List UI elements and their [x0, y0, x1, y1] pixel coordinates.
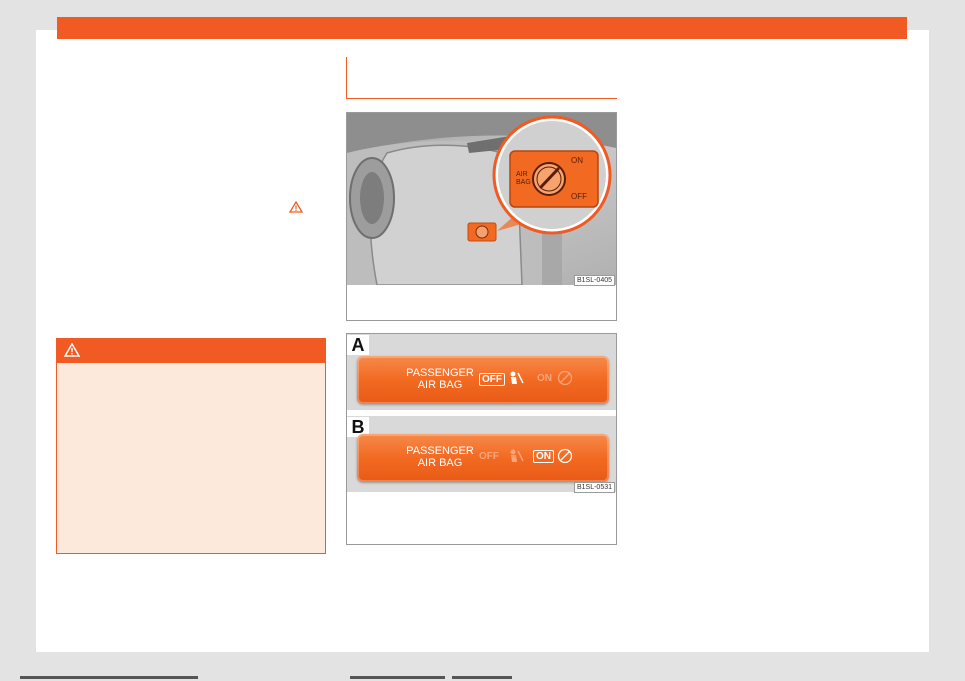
no-airbag-icon — [557, 370, 573, 386]
switch-label-bag: BAG — [516, 179, 531, 186]
warning-header — [57, 339, 325, 363]
figure-code: B1SL-0531 — [573, 482, 615, 493]
switch-on-label: ON — [571, 156, 583, 165]
switch-off-label: OFF — [571, 192, 587, 201]
off-indicator-dim: OFF — [479, 451, 499, 462]
warning-triangle-icon — [64, 343, 80, 357]
off-indicator-lit: OFF — [479, 373, 505, 386]
dashboard-illustration: AIR BAG ON OFF — [347, 113, 616, 285]
on-indicator-dim: ON — [537, 373, 552, 384]
indicator-panel-b: PASSENGER AIR BAG OFF ON — [357, 434, 609, 482]
on-indicator-lit: ON — [533, 450, 554, 463]
header-bar — [57, 17, 907, 39]
section-heading — [346, 57, 617, 99]
no-airbag-icon — [557, 448, 573, 464]
passenger-airbag-icon — [510, 449, 524, 462]
figure-airbag-switch: AIR BAG ON OFF B1SL-0405 — [346, 112, 617, 321]
footer-mark — [452, 676, 512, 679]
inline-warning-icon — [289, 201, 303, 213]
figure-airbag-indicator: A PASSENGER AIR BAG OFF ON B PASSENGER A… — [346, 333, 617, 545]
footer-mark — [20, 676, 198, 679]
panel-letter-a: A — [347, 335, 369, 355]
switch-label-air: AIR — [516, 171, 528, 178]
figure-photo: AIR BAG ON OFF — [347, 113, 616, 285]
passenger-airbag-icon — [510, 371, 524, 384]
indicator-panel-a: PASSENGER AIR BAG OFF ON — [357, 356, 609, 404]
warning-box — [56, 338, 326, 554]
figure-photo: A PASSENGER AIR BAG OFF ON B PASSENGER A… — [347, 334, 616, 492]
figure-code: B1SL-0405 — [573, 275, 615, 286]
footer-mark — [350, 676, 445, 679]
